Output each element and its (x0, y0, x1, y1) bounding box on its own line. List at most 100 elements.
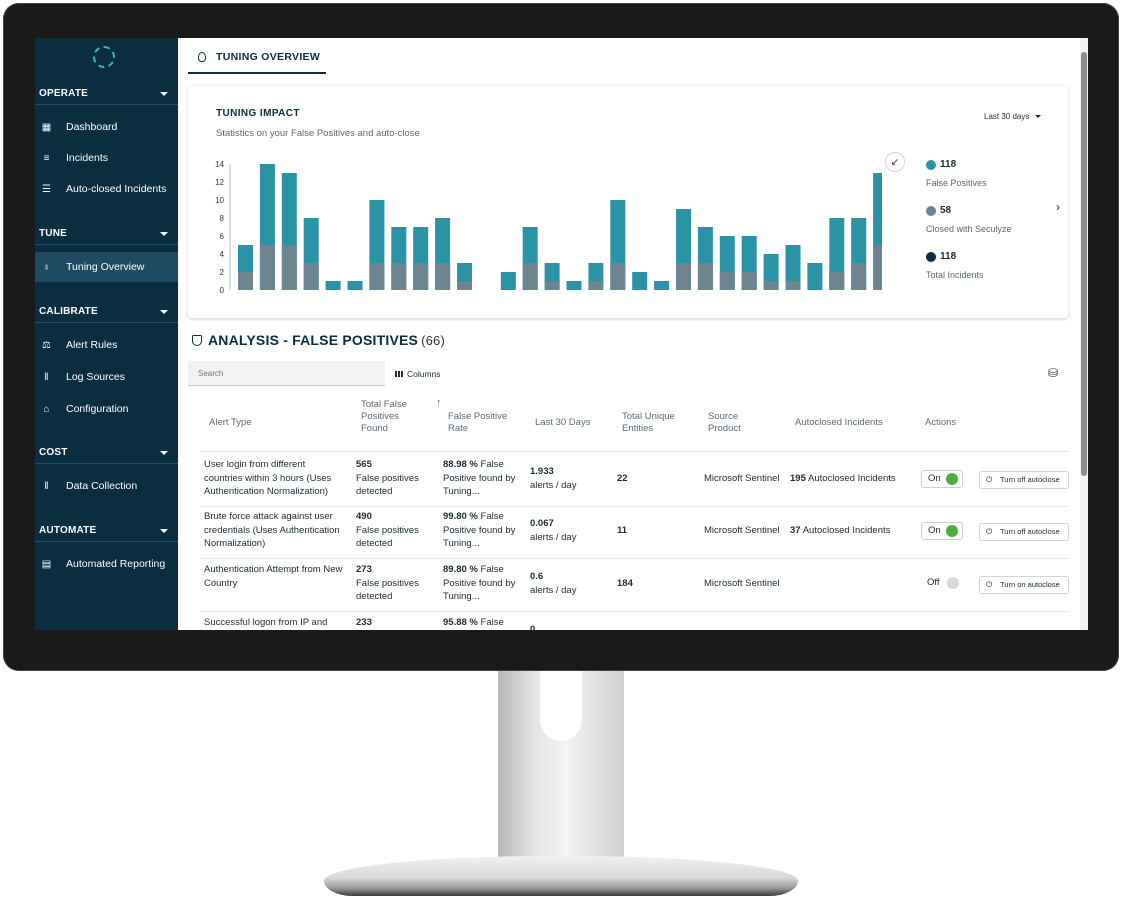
sidebar-item-tuning-overview[interactable]: ♁ Tuning Overview (35, 252, 178, 282)
sidebar-item-incidents[interactable]: ≡ Incidents (35, 143, 178, 173)
bar-closed-with-seculyze[interactable] (763, 281, 779, 290)
header-false-positive-rate[interactable]: False Positive Rate (448, 411, 524, 435)
sidebar-item-configuration[interactable]: ⌂ Configuration (35, 394, 178, 424)
last-30-days-cell: 0.6 alerts / day (530, 570, 600, 597)
scrollbar-thumb[interactable] (1081, 52, 1087, 476)
bar-closed-with-seculyze[interactable] (676, 263, 691, 290)
header-total-unique-entities[interactable]: Total Unique Entities (622, 411, 690, 435)
bar-closed-with-seculyze[interactable] (457, 281, 472, 290)
section-label: COST (39, 447, 68, 458)
sidebar-item-automated-reporting[interactable]: ▤ Automated Reporting (35, 549, 178, 579)
bar-closed-with-seculyze[interactable] (697, 263, 713, 290)
section-automate[interactable]: AUTOMATE (35, 520, 178, 542)
bar-false-positives[interactable] (654, 281, 670, 290)
bar-closed-with-seculyze[interactable] (281, 245, 297, 290)
total-fp-label: False positives detected (356, 524, 419, 550)
alert-type-cell: Brute force attack against user credenti… (204, 511, 340, 549)
autoclose-toggle[interactable]: On (921, 522, 963, 540)
header-source-product[interactable]: Source Product (708, 411, 758, 435)
header-total-false-positives[interactable]: Total False Positives Found (361, 399, 419, 435)
section-label: AUTOMATE (39, 525, 97, 536)
autoclose-action-button[interactable]: ⏻ Turn off autoclose (979, 523, 1069, 541)
bar-closed-with-seculyze[interactable] (719, 272, 735, 290)
table-header: Alert Type Total False Positives Found ↑… (200, 393, 1068, 452)
section-calibrate[interactable]: CALIBRATE (35, 301, 178, 323)
autoclose-toggle[interactable]: On (921, 470, 963, 488)
bar-false-positives[interactable] (500, 272, 516, 290)
bar-false-positives[interactable] (566, 281, 582, 290)
bar-closed-with-seculyze[interactable] (851, 263, 867, 290)
bar-closed-with-seculyze[interactable] (610, 263, 626, 290)
toggle-label: Off (927, 577, 940, 588)
sidebar-item-alert-rules[interactable]: ⚖ Alert Rules (35, 330, 178, 360)
unique-entities-value: 184 (617, 578, 633, 589)
bar-closed-with-seculyze[interactable] (522, 263, 538, 290)
bar-false-positives[interactable] (632, 272, 648, 290)
columns-button[interactable]: Columns (395, 369, 441, 379)
chevron-right-icon[interactable]: › (1056, 200, 1060, 214)
header-last-30-days[interactable]: Last 30 Days (535, 417, 590, 429)
caret-down-icon (160, 451, 168, 455)
bar-false-positives[interactable] (325, 281, 341, 290)
section-operate[interactable]: OPERATE (35, 83, 178, 105)
unique-entities-cell: 11 (617, 524, 627, 538)
autoclosed-label: Autoclosed Incidents (802, 525, 891, 536)
table-row[interactable]: Brute force attack against user credenti… (200, 506, 1069, 559)
table-row[interactable]: Authentication Attempt from New Country 2… (200, 559, 1069, 612)
bar-false-positives[interactable] (807, 263, 823, 290)
bar-closed-with-seculyze[interactable] (303, 263, 319, 290)
bar-closed-with-seculyze[interactable] (588, 281, 604, 290)
legend-dot (926, 252, 936, 262)
search-input[interactable] (188, 361, 385, 386)
autoclose-toggle[interactable]: Off (921, 575, 963, 593)
toggle-knob (946, 525, 958, 537)
monitor-base (324, 856, 798, 896)
stand-cutout (540, 671, 582, 741)
dashboard-icon: ▦ (41, 122, 52, 133)
database-settings-icon[interactable]: ⛁ (1048, 366, 1062, 380)
header-autoclosed-incidents[interactable]: Autoclosed Incidents (795, 417, 883, 429)
table-row[interactable]: Successful logon from IP and 233 95.88 % F… (200, 612, 1068, 630)
bar-closed-with-seculyze[interactable] (741, 272, 757, 290)
checklist-icon: ☰ (42, 184, 51, 195)
total-fp-cell: 273 False positives detected (356, 563, 436, 604)
legend-value: 58 (940, 205, 952, 216)
sidebar-item-log-sources[interactable]: ‖ Log Sources (35, 362, 178, 392)
bar-closed-with-seculyze[interactable] (435, 263, 451, 290)
screen: OPERATE ▦ Dashboard ≡ Incidents ☰ Auto-clos… (35, 38, 1088, 630)
collapse-chart-button[interactable]: ↙ (885, 152, 905, 172)
bar-closed-with-seculyze[interactable] (259, 245, 275, 290)
sidebar-item-auto-closed[interactable]: ☰ Auto-closed Incidents (35, 174, 178, 204)
power-icon: ⏻ (986, 475, 993, 484)
last-30-days-value: 0.6 (530, 571, 544, 582)
sidebar-item-dashboard[interactable]: ▦ Dashboard (35, 112, 178, 142)
bar-closed-with-seculyze[interactable] (785, 281, 801, 290)
autoclose-action-button[interactable]: ⏻ Turn off autoclose (979, 471, 1069, 489)
bar-closed-with-seculyze[interactable] (238, 272, 253, 290)
bar-closed-with-seculyze[interactable] (544, 281, 560, 290)
legend-value: 118 (940, 159, 957, 170)
bar-closed-with-seculyze[interactable] (391, 263, 407, 290)
section-label: OPERATE (39, 88, 88, 99)
columns-icon (395, 371, 403, 377)
bar-closed-with-seculyze[interactable] (873, 245, 882, 290)
last-30-days-label: alerts / day (530, 584, 577, 596)
bar-closed-with-seculyze[interactable] (413, 263, 429, 290)
sidebar-item-data-collection[interactable]: ‖ Data Collection (35, 471, 178, 501)
bar-closed-with-seculyze[interactable] (829, 272, 845, 290)
date-range-select[interactable]: Last 30 days (984, 112, 1042, 121)
alert-type-cell: User login from different countries with… (204, 459, 332, 497)
last-30-days-value: 1.933 (530, 466, 554, 477)
section-tune[interactable]: TUNE (35, 223, 178, 245)
tab-tuning-overview[interactable]: TUNING OVERVIEW (188, 44, 326, 74)
section-cost[interactable]: COST (35, 442, 178, 464)
table-row[interactable]: User login from different countries with… (200, 454, 1069, 507)
sort-up-icon[interactable]: ↑ (436, 397, 442, 409)
source-product-cell: Microsoft Sentinel (704, 525, 780, 536)
bar-closed-with-seculyze[interactable] (369, 263, 385, 290)
autoclose-action-button[interactable]: ⏻ Turn on autoclose (979, 576, 1069, 594)
header-alert-type[interactable]: Alert Type (209, 417, 252, 429)
alert-type-cell: Successful logon from IP and (204, 617, 328, 628)
scrollbar[interactable] (1080, 38, 1088, 630)
bar-false-positives[interactable] (347, 281, 363, 290)
